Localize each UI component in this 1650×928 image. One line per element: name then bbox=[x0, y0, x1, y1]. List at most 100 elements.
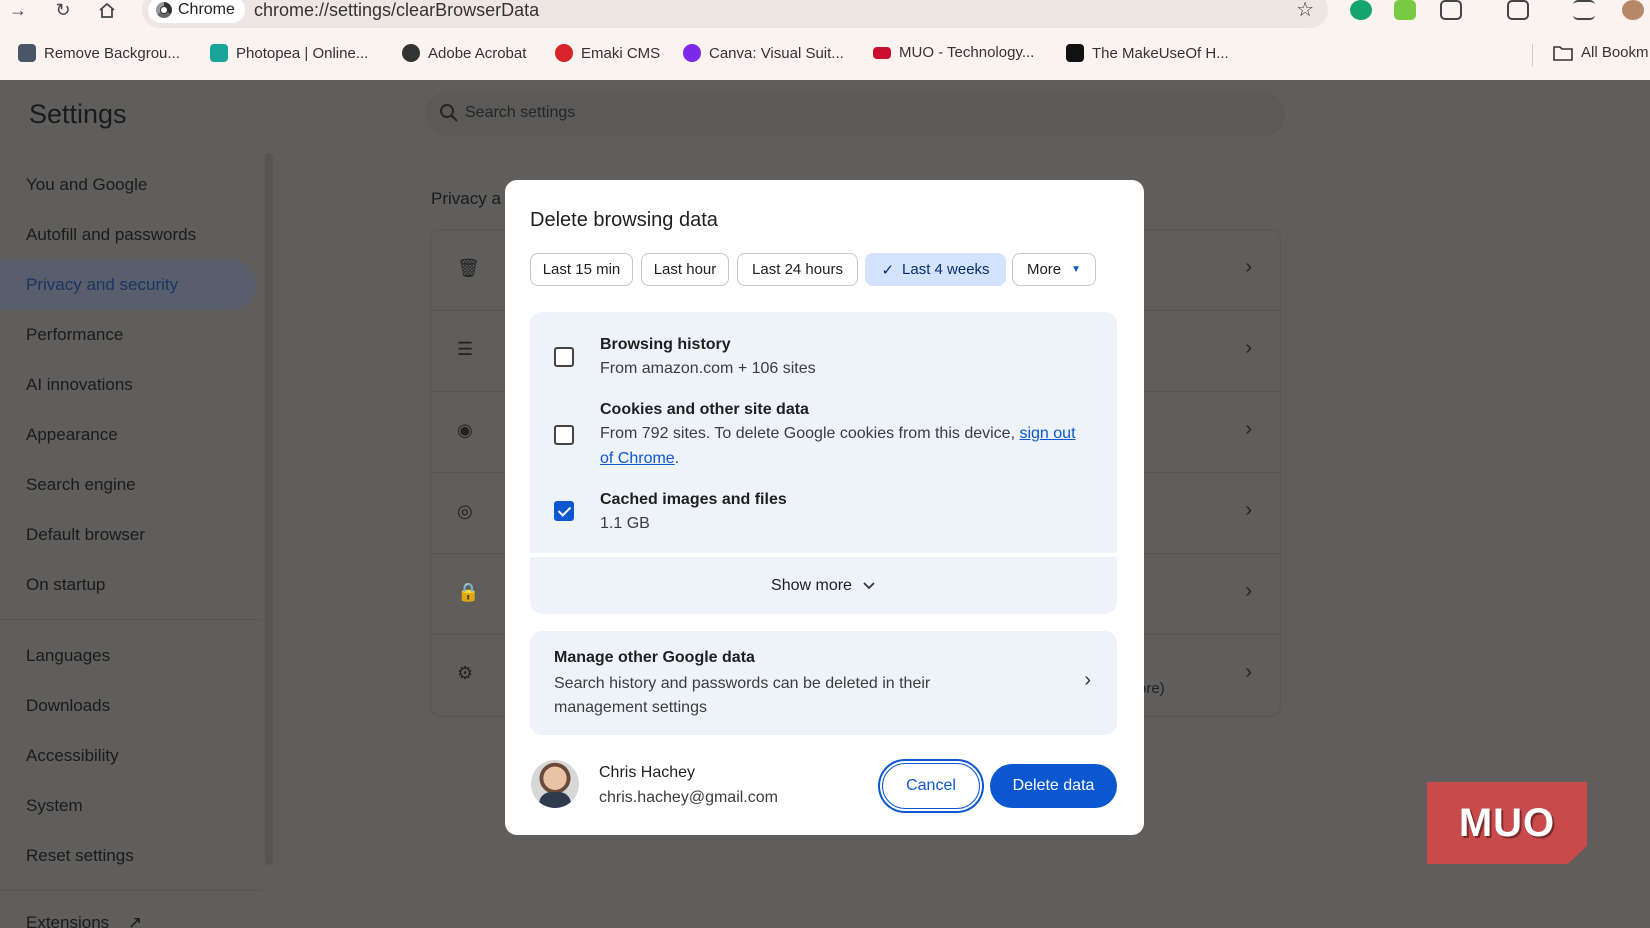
trash-icon: 🗑 bbox=[457, 258, 480, 278]
option-subtitle: From 792 sites. To delete Google cookies… bbox=[600, 425, 1076, 467]
bookmark-makeuseof[interactable]: The MakeUseOf H... bbox=[1066, 44, 1229, 62]
bookmark-label: Adobe Acrobat bbox=[428, 44, 527, 62]
watermark-text: MUO bbox=[1458, 800, 1556, 845]
sidebar-item-reset-settings[interactable]: Reset settings bbox=[26, 846, 134, 866]
bookmark-muo[interactable]: MUO - Technology... bbox=[873, 44, 1034, 61]
manage-google-data-row[interactable]: Manage other Google data Search history … bbox=[530, 631, 1117, 735]
browsing-history-checkbox[interactable] bbox=[554, 347, 574, 367]
cookies-subtitle-text: From 792 sites. To delete Google cookies… bbox=[600, 425, 1016, 442]
sidebar-item-extensions[interactable]: Extensions ↗ bbox=[26, 913, 142, 928]
makeuseof-icon bbox=[1066, 44, 1084, 62]
bookmark-emaki-cms[interactable]: Emaki CMS bbox=[555, 44, 660, 62]
chevron-right-icon: › bbox=[1245, 337, 1252, 359]
user-name: Chris Hachey bbox=[599, 764, 696, 781]
address-bar[interactable]: Chrome chrome://settings/clearBrowserDat… bbox=[142, 0, 1328, 28]
sidebar-item-search-engine[interactable]: Search engine bbox=[26, 475, 136, 495]
sidebar-item-label: Extensions bbox=[26, 913, 110, 928]
bookmark-label: All Bookm bbox=[1581, 44, 1649, 61]
sidebar-item-downloads[interactable]: Downloads bbox=[26, 696, 110, 716]
photopea-icon bbox=[210, 44, 228, 62]
folder-icon bbox=[1553, 45, 1573, 61]
section-heading: Privacy a bbox=[431, 189, 501, 208]
range-last-15-min[interactable]: Last 15 min bbox=[530, 253, 633, 286]
chevron-right-icon: › bbox=[1245, 418, 1252, 440]
bookmark-label: The MakeUseOf H... bbox=[1092, 44, 1229, 62]
search-icon bbox=[440, 104, 458, 122]
range-more-dropdown[interactable]: More ▼ bbox=[1012, 253, 1096, 286]
bookmark-label: Emaki CMS bbox=[581, 44, 661, 62]
home-icon[interactable] bbox=[94, 0, 120, 20]
show-more-button[interactable]: Show more bbox=[530, 557, 1117, 614]
cookies-checkbox[interactable] bbox=[554, 425, 574, 445]
external-link-icon: ↗ bbox=[127, 913, 143, 928]
cookie-icon: ◉ bbox=[457, 420, 473, 440]
sidebar-item-default-browser[interactable]: Default browser bbox=[26, 525, 145, 545]
range-last-hour[interactable]: Last hour bbox=[641, 253, 729, 286]
cached-images-checkbox[interactable] bbox=[554, 501, 574, 521]
tab-search-icon[interactable] bbox=[1507, 0, 1529, 20]
range-last-4-weeks[interactable]: ✓ Last 4 weeks bbox=[865, 253, 1006, 286]
url-text[interactable]: chrome://settings/clearBrowserData bbox=[254, 0, 539, 23]
sidebar-item-languages[interactable]: Languages bbox=[26, 646, 110, 666]
caret-down-icon: ▼ bbox=[1071, 264, 1082, 275]
grammarly-go-extension-icon[interactable] bbox=[1394, 0, 1416, 20]
bookmark-remove-bg[interactable]: Remove Backgrou... bbox=[18, 44, 180, 62]
bookmark-divider bbox=[1532, 44, 1533, 66]
all-bookmarks[interactable]: All Bookm bbox=[1553, 44, 1649, 61]
delete-browsing-data-dialog: Delete browsing data Last 15 min Last ho… bbox=[505, 180, 1144, 835]
check-icon: ✓ bbox=[881, 261, 895, 279]
extensions-puzzle-icon[interactable] bbox=[1440, 0, 1462, 20]
bookmark-star-icon[interactable]: ☆ bbox=[1296, 0, 1314, 23]
bookmark-adobe-acrobat[interactable]: Adobe Acrobat bbox=[402, 44, 526, 62]
sidebar-scrollbar[interactable] bbox=[265, 153, 273, 865]
bookmarks-bar: Remove Backgrou... Photopea | Online... … bbox=[0, 30, 1650, 80]
chevron-right-icon: › bbox=[1245, 661, 1252, 683]
sidebar-divider bbox=[0, 619, 262, 620]
chip-label: Chrome bbox=[178, 1, 235, 18]
reload-icon[interactable]: ↻ bbox=[50, 0, 76, 20]
sidebar-item-privacy[interactable]: Privacy and security bbox=[26, 275, 178, 295]
remove-bg-icon bbox=[18, 44, 36, 62]
reading-list-icon[interactable] bbox=[1573, 0, 1595, 20]
site-info-chip[interactable]: Chrome bbox=[148, 0, 245, 23]
sidebar-item-you-and-google[interactable]: You and Google bbox=[26, 175, 147, 195]
bookmark-label: Photopea | Online... bbox=[236, 44, 369, 62]
delete-data-button[interactable]: Delete data bbox=[990, 764, 1117, 808]
manage-title: Manage other Google data bbox=[554, 649, 755, 666]
chevron-right-icon: › bbox=[1245, 499, 1252, 521]
ad-privacy-icon: ◎ bbox=[457, 501, 473, 521]
range-label: Last 4 weeks bbox=[902, 261, 990, 278]
show-more-label: Show more bbox=[771, 576, 852, 594]
sidebar-item-on-startup[interactable]: On startup bbox=[26, 575, 105, 595]
globe-icon bbox=[402, 44, 420, 62]
sidebar-item-accessibility[interactable]: Accessibility bbox=[26, 746, 119, 766]
sidebar-item-performance[interactable]: Performance bbox=[26, 325, 123, 345]
muo-icon bbox=[873, 46, 891, 59]
option-title: Cached images and files bbox=[600, 491, 787, 508]
page-title: Settings bbox=[29, 99, 127, 129]
bookmark-label: Remove Backgrou... bbox=[44, 44, 180, 62]
bookmark-canva[interactable]: Canva: Visual Suit... bbox=[683, 44, 844, 62]
search-placeholder: Search settings bbox=[465, 104, 576, 121]
grammarly-extension-icon[interactable] bbox=[1350, 0, 1372, 20]
bookmark-photopea[interactable]: Photopea | Online... bbox=[210, 44, 368, 62]
chevron-down-icon bbox=[863, 581, 875, 589]
forward-icon[interactable]: → bbox=[5, 0, 31, 20]
cancel-button[interactable]: Cancel bbox=[882, 763, 980, 809]
signpost-icon: ☰ bbox=[457, 339, 474, 359]
range-last-24-hours[interactable]: Last 24 hours bbox=[737, 253, 858, 286]
chrome-logo-icon bbox=[156, 2, 172, 18]
emaki-icon bbox=[555, 44, 573, 62]
sidebar-item-system[interactable]: System bbox=[26, 796, 83, 816]
sidebar-item-appearance[interactable]: Appearance bbox=[26, 425, 118, 445]
browser-toolbar: → ↻ Chrome chrome://settings/clearBrowse… bbox=[0, 0, 1650, 30]
manage-subtitle: Search history and passwords can be dele… bbox=[554, 675, 931, 716]
data-type-options: Browsing history From amazon.com + 106 s… bbox=[530, 312, 1117, 553]
settings-search-input[interactable]: Search settings bbox=[425, 92, 1285, 136]
profile-avatar-icon[interactable] bbox=[1622, 0, 1644, 20]
dialog-title: Delete browsing data bbox=[530, 209, 718, 231]
option-title: Browsing history bbox=[600, 336, 731, 353]
sidebar-item-autofill[interactable]: Autofill and passwords bbox=[26, 225, 196, 245]
sidebar-item-ai-innovations[interactable]: AI innovations bbox=[26, 375, 133, 395]
muo-watermark-logo: MUO bbox=[1427, 782, 1587, 864]
